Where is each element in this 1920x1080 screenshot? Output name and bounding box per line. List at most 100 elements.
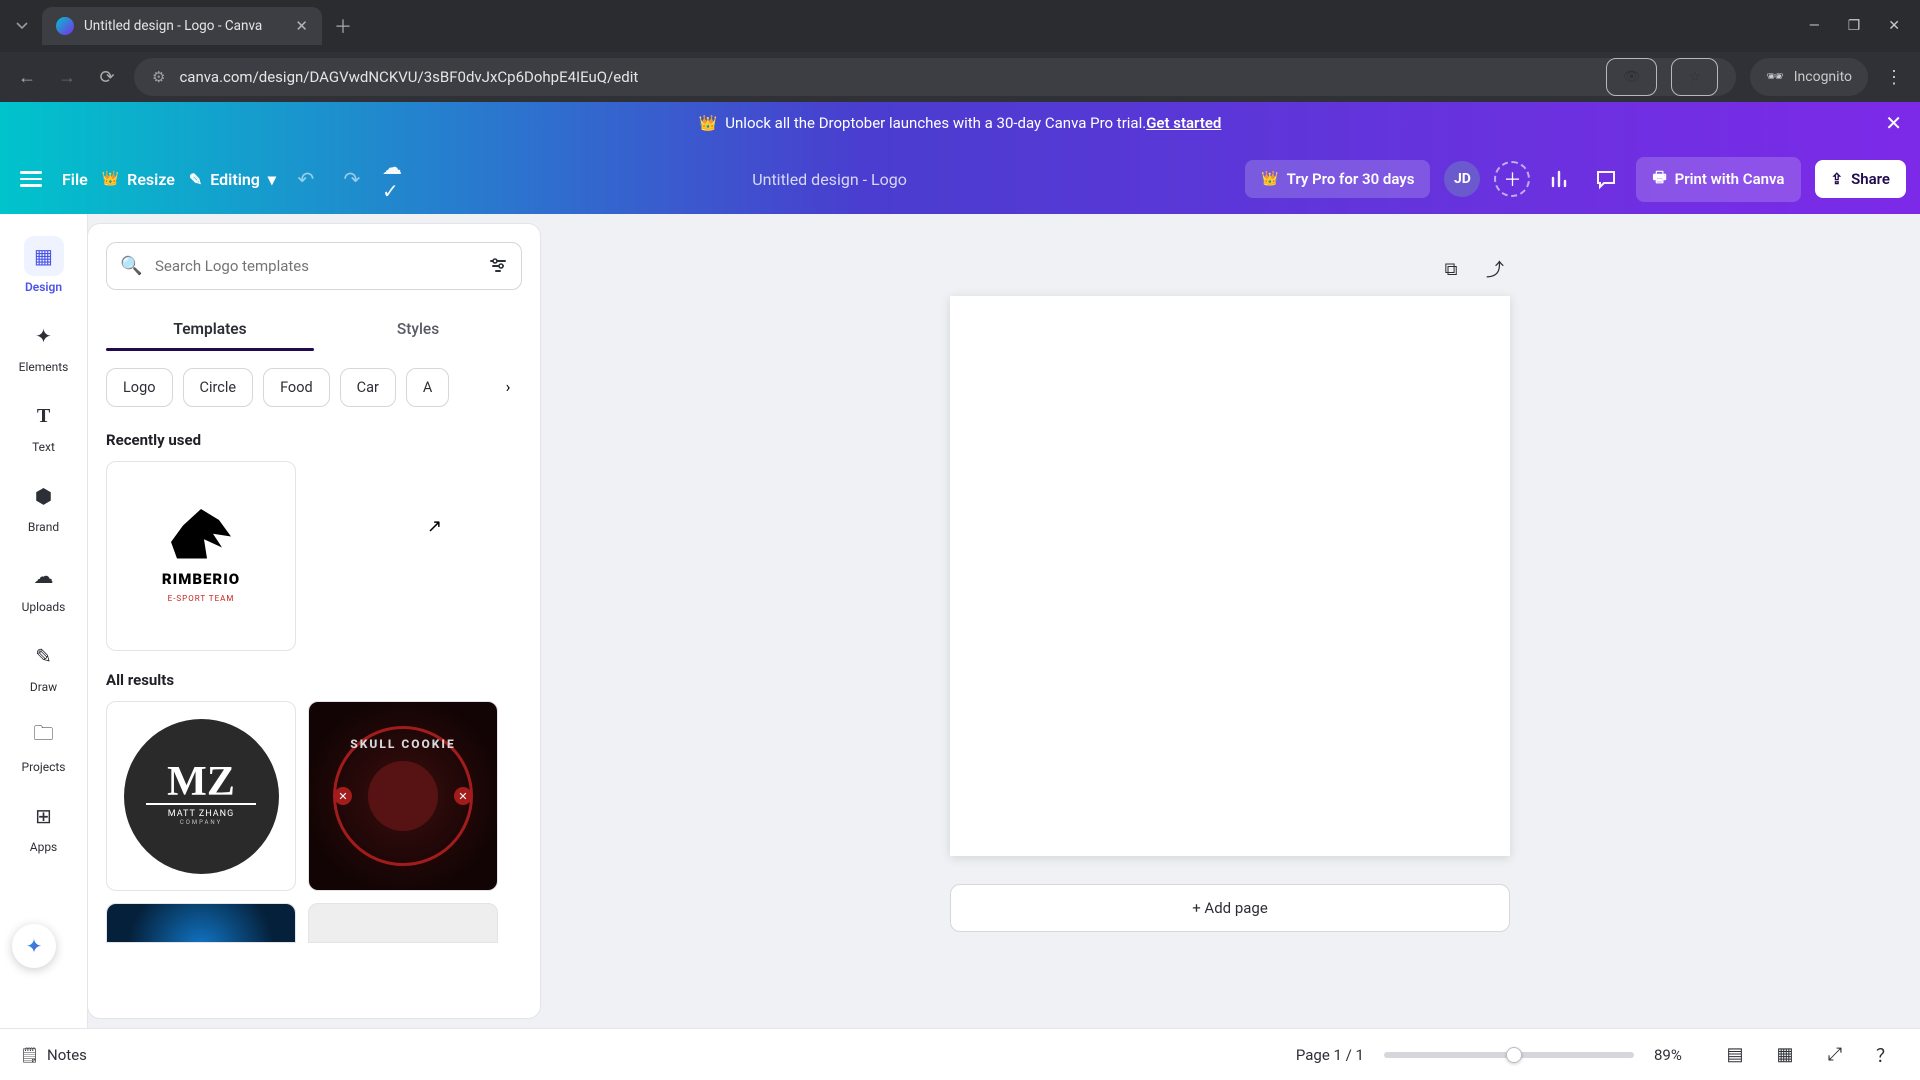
rail-design[interactable]: ▦ Design — [8, 228, 80, 302]
templates-panel: 🔍 Templates Styles Logo Circle — [88, 224, 540, 1018]
magic-assistant-button[interactable]: ✦ — [12, 924, 56, 968]
template-card[interactable]: SKULL COOKIE ✕ ✕ — [308, 701, 498, 891]
x-badge-icon: ✕ — [334, 787, 352, 805]
window-close-icon[interactable]: ✕ — [1888, 18, 1900, 34]
try-pro-label: Try Pro for 30 days — [1287, 170, 1415, 188]
browser-tab[interactable]: Untitled design - Logo - Canva ✕ — [42, 7, 322, 45]
zoom-slider[interactable] — [1384, 1052, 1634, 1058]
help-icon[interactable]: ？ — [1870, 1040, 1900, 1070]
user-avatar[interactable]: JD — [1444, 161, 1480, 197]
rail-label: Design — [25, 280, 62, 294]
rail-draw[interactable]: ✎ Draw — [8, 628, 80, 702]
promo-banner: 👑 Unlock all the Droptober launches with… — [0, 102, 1920, 144]
close-tab-icon[interactable]: ✕ — [295, 17, 308, 35]
export-page-icon[interactable]: ⤴ — [1480, 254, 1510, 284]
crown-icon: 👑 — [1261, 171, 1278, 187]
grid-view-icon[interactable]: ▤ — [1720, 1040, 1750, 1070]
slider-handle[interactable] — [1506, 1047, 1522, 1063]
crown-icon: 👑 — [699, 114, 718, 132]
promo-cta-link[interactable]: Get started — [1146, 114, 1221, 132]
incognito-indicator[interactable]: 🕶 Incognito — [1750, 58, 1868, 96]
tab-templates[interactable]: Templates — [106, 308, 314, 350]
notes-label: Notes — [47, 1046, 87, 1064]
chip-food[interactable]: Food — [263, 368, 330, 407]
template-name: SKULL COOKIE — [350, 737, 455, 751]
sparkle-icon: ✦ — [26, 934, 43, 958]
nav-back-button[interactable]: ← — [14, 64, 40, 90]
template-sub: E-SPORT TEAM — [168, 594, 235, 603]
editing-mode-dropdown[interactable]: ✎ Editing ▾ — [189, 170, 276, 189]
nav-reload-button[interactable]: ⟳ — [94, 64, 120, 90]
add-collaborator-button[interactable]: ＋ — [1494, 161, 1530, 197]
print-button[interactable]: 🖶 Print with Canva — [1636, 157, 1800, 202]
bookmark-icon[interactable]: ☆ — [1671, 58, 1718, 96]
rail-uploads[interactable]: ☁ Uploads — [8, 548, 80, 622]
text-icon: T — [24, 396, 64, 436]
zoom-percent[interactable]: 89% — [1654, 1046, 1700, 1064]
uploads-icon: ☁ — [24, 556, 64, 596]
thumbnail-view-icon[interactable]: ▦ — [1770, 1040, 1800, 1070]
window-maximize-icon[interactable]: ❐ — [1848, 18, 1861, 34]
template-name: MATT ZHANG — [168, 809, 234, 819]
tab-search-icon[interactable] — [12, 16, 32, 36]
comment-icon[interactable] — [1590, 163, 1622, 195]
template-sub: COMPANY — [180, 819, 222, 826]
design-name-input[interactable]: Untitled design - Logo — [752, 170, 907, 189]
printer-icon: 🖶 — [1652, 167, 1666, 192]
fullscreen-icon[interactable]: ⤢ — [1820, 1040, 1850, 1070]
rail-elements[interactable]: ✦ Elements — [8, 308, 80, 382]
try-pro-button[interactable]: 👑 Try Pro for 30 days — [1245, 160, 1430, 198]
share-button[interactable]: ⇪ Share — [1815, 160, 1907, 198]
projects-icon: 🗀 — [24, 716, 64, 756]
template-card[interactable] — [308, 903, 498, 943]
bird-icon — [171, 509, 231, 564]
recently-used-heading: Recently used — [106, 431, 516, 449]
rail-projects[interactable]: 🗀 Projects — [8, 708, 80, 782]
chip-a[interactable]: A — [406, 368, 449, 407]
page-indicator[interactable]: Page 1 / 1 — [1296, 1046, 1364, 1064]
tab-styles[interactable]: Styles — [314, 308, 522, 350]
page-canvas[interactable] — [950, 296, 1510, 856]
cloud-sync-icon[interactable]: ☁✓ — [382, 163, 414, 195]
notes-button[interactable]: 🗒 Notes — [20, 1046, 87, 1064]
canva-favicon-icon — [56, 17, 74, 35]
window-minimize-icon[interactable]: — — [1809, 18, 1820, 34]
filter-icon[interactable] — [488, 256, 508, 276]
left-rail: ▦ Design ✦ Elements T Text ⬢ Brand ☁ U — [0, 214, 88, 1028]
chip-car[interactable]: Car — [340, 368, 396, 407]
browser-toolbar: ← → ⟳ ⚙ canva.com/design/DAGVwdNCKVU/3sB… — [0, 52, 1920, 102]
rail-label: Brand — [28, 520, 59, 534]
add-page-button[interactable]: + Add page — [950, 884, 1510, 932]
address-bar[interactable]: ⚙ canva.com/design/DAGVwdNCKVU/3sBF0dvJx… — [134, 58, 1736, 96]
browser-menu-button[interactable]: ⋮ — [1882, 67, 1906, 88]
site-settings-icon[interactable]: ⚙ — [152, 68, 165, 86]
editing-label: Editing — [210, 170, 260, 189]
analytics-icon[interactable] — [1544, 163, 1576, 195]
tracking-icon[interactable]: 👁 — [1606, 58, 1658, 96]
menu-button[interactable] — [14, 162, 48, 196]
chip-circle[interactable]: Circle — [183, 368, 254, 407]
undo-button[interactable]: ↶ — [290, 163, 322, 195]
template-card[interactable] — [106, 903, 296, 943]
nav-forward-button[interactable]: → — [54, 64, 80, 90]
promo-close-icon[interactable]: ✕ — [1885, 111, 1902, 135]
chip-logo[interactable]: Logo — [106, 368, 173, 407]
file-menu[interactable]: File — [62, 170, 88, 189]
chips-scroll-right[interactable]: › — [494, 373, 522, 401]
new-tab-button[interactable]: ＋ — [334, 13, 352, 39]
suggestion-chips: Logo Circle Food Car A › — [106, 362, 516, 411]
duplicate-page-icon[interactable]: ⧉ — [1436, 254, 1466, 284]
template-card[interactable]: MZ MATT ZHANG COMPANY — [106, 701, 296, 891]
elements-icon: ✦ — [24, 316, 64, 356]
template-card-recent[interactable]: RIMBERIO E-SPORT TEAM — [106, 461, 296, 651]
share-icon: ⇪ — [1831, 170, 1844, 188]
search-input[interactable] — [106, 242, 522, 290]
rail-text[interactable]: T Text — [8, 388, 80, 462]
resize-button[interactable]: 👑 Resize — [102, 170, 175, 189]
redo-button[interactable]: ↷ — [336, 163, 368, 195]
rail-apps[interactable]: ⊞ Apps — [8, 788, 80, 862]
rail-brand[interactable]: ⬢ Brand — [8, 468, 80, 542]
rail-label: Apps — [30, 840, 58, 854]
bottom-bar: 🗒 Notes Page 1 / 1 89% ▤ ▦ ⤢ ？ — [0, 1028, 1920, 1080]
incognito-label: Incognito — [1794, 69, 1852, 85]
